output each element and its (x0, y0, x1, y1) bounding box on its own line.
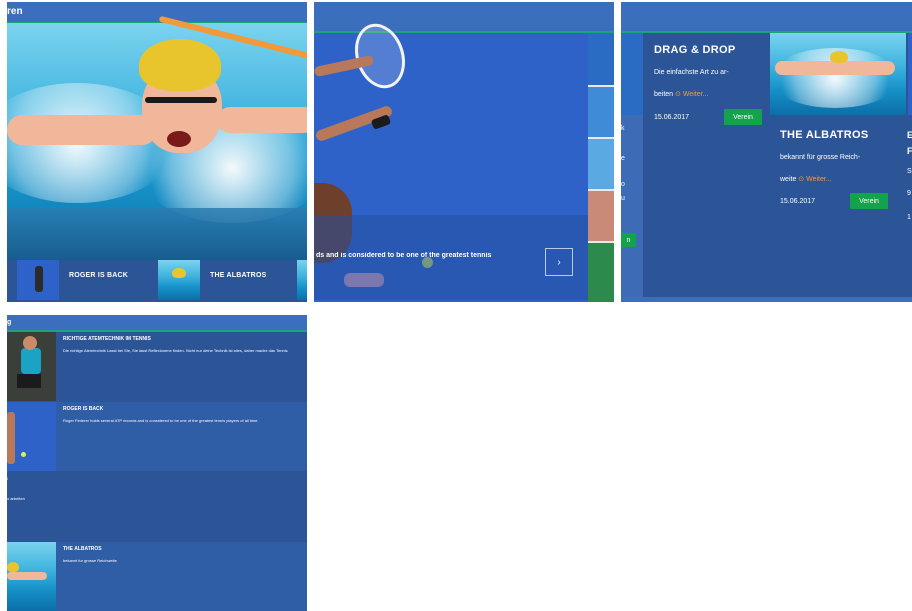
next-card-title-cut: F (907, 146, 912, 156)
thumbnail-swimmer[interactable] (158, 260, 200, 300)
next-card-text-cut: S (907, 168, 912, 175)
edge-letter: e (621, 155, 625, 162)
arrow-circle-icon: ⊙ (675, 91, 681, 98)
card-image-partial (621, 33, 643, 115)
card-text-line: weite (780, 176, 797, 183)
thumbnail-strip: ROGER IS BACK THE ALBATROS (7, 260, 307, 302)
side-thumb[interactable] (588, 139, 614, 189)
list-item[interactable]: THE ALBATROS bekannt fur grosse Reichwei… (7, 542, 307, 611)
goggles (145, 97, 217, 103)
panel-slider-tennis: ds and is considered to be one of the gr… (314, 2, 614, 302)
list-item-text-cut: o arbeiten (7, 496, 25, 501)
player-figure (35, 266, 43, 292)
verein-button[interactable]: Verein (724, 109, 762, 125)
button-label: Verein (733, 113, 753, 121)
card-title: DRAG & DROP (654, 44, 736, 56)
side-thumbnail-column (588, 33, 614, 302)
more-link-label: Weiter... (682, 91, 709, 98)
card-title: THE ALBATROS (780, 129, 869, 141)
list-item-title: THE ALBATROS (63, 546, 102, 552)
verein-button[interactable]: Verein (850, 193, 888, 209)
top-bar: ren (7, 2, 307, 24)
swim-cap (830, 51, 848, 63)
tennis-ball (21, 452, 26, 457)
topbar-label: ren (7, 6, 23, 17)
list-item[interactable]: ROGER IS BACK Roger Federer holds severa… (7, 402, 307, 471)
topbar-label: g (7, 319, 12, 326)
player-arm (7, 412, 15, 464)
list-item-image (7, 332, 56, 401)
card-the-albatros: THE ALBATROS bekannt für grosse Reich- w… (770, 33, 906, 297)
swimmer-arm (217, 107, 307, 133)
card-text-line: bekannt für grosse Reich- (780, 154, 861, 161)
top-bar (314, 2, 614, 33)
chevron-right-icon: › (557, 256, 561, 268)
next-card-title-cut: E (907, 130, 912, 140)
card-image-partial (908, 33, 912, 115)
side-thumb[interactable] (588, 243, 614, 302)
swim-cap (7, 562, 19, 572)
list-item-text: Roger Federer holds several ATP records … (63, 418, 259, 423)
player-shirt (21, 348, 41, 374)
panel-card-carousel: k e o u n DRAG & DROP Die einfachste Art… (621, 2, 912, 302)
more-link-label: Weiter... (806, 176, 832, 183)
swim-cap (139, 39, 221, 91)
next-slide-button[interactable]: › (545, 248, 573, 276)
card-description: Die einfachste Art zu ar- beiten ⊙ Weite… (654, 62, 766, 106)
list-item-title: RICHTIGE ATEMTECHNIK IM TENNIS (63, 336, 151, 342)
list-item-image (7, 402, 56, 471)
top-bar (621, 2, 912, 33)
list-item[interactable]: RICHTIGE ATEMTECHNIK IM TENNIS Die richt… (7, 332, 307, 401)
more-link[interactable]: ⊙ Weiter... (675, 91, 708, 98)
card-text-line: beiten (654, 91, 674, 98)
list-item-title: ROGER IS BACK (63, 406, 104, 412)
card-drag-and-drop: DRAG & DROP Die einfachste Art zu ar- be… (644, 33, 768, 297)
side-thumb[interactable] (588, 87, 614, 137)
edge-letter: o (621, 181, 625, 188)
card-description: bekannt für grosse Reich- weite ⊙ Weiter… (780, 147, 904, 191)
card-date: 15.06.2017 (780, 198, 816, 205)
top-bar: g (7, 315, 307, 332)
edge-letter: u (621, 195, 625, 202)
side-thumb[interactable] (588, 191, 614, 241)
next-card-text-cut: 9 (907, 190, 911, 197)
player-head (23, 336, 37, 350)
slide-caption: ds and is considered to be one of the gr… (316, 252, 492, 259)
arrow-circle-icon: ⊙ (798, 176, 805, 183)
strip-label-1[interactable]: ROGER IS BACK (69, 272, 128, 279)
card-image-swimmer[interactable] (770, 33, 906, 115)
list-item[interactable]: i o arbeiten (7, 472, 307, 541)
button-label: Verein (859, 197, 879, 205)
thumbnail-partial[interactable] (297, 260, 307, 300)
more-link[interactable]: ⊙ Weiter... (798, 176, 831, 183)
list-item-text: bekannt fur grosse Reichweite (63, 558, 117, 563)
thumbnail-tennis[interactable] (17, 260, 59, 300)
list-item-text: Die richtige Atemtechnik Lasst bei Sie, … (63, 348, 288, 353)
panel-news-list: g RICHTIGE ATEMTECHNIK IM TENNIS Die ric… (7, 315, 307, 611)
swimmer-arm (7, 572, 47, 580)
panel-slider-swimmer: ren ROGER IS BACK THE ALBATROS (7, 2, 307, 302)
next-card-text-cut: 1 (907, 214, 911, 221)
bottom-bar (621, 297, 912, 302)
edge-letter: k (621, 125, 625, 132)
edge-button[interactable]: n (621, 233, 636, 247)
swim-cap (172, 268, 186, 278)
list-item-image (7, 542, 56, 611)
player-shorts (17, 374, 41, 388)
strip-label-2[interactable]: THE ALBATROS (210, 272, 266, 279)
mouth (167, 131, 191, 147)
swimmer-arm (7, 115, 157, 145)
hero-image-swimmer[interactable] (7, 15, 307, 260)
side-thumb[interactable] (588, 33, 614, 85)
card-text-line: Die einfachste Art zu ar- (654, 69, 729, 76)
swimmer-arms (775, 61, 895, 75)
card-next-partial (908, 33, 912, 297)
card-date: 15.06.2017 (654, 114, 690, 121)
pool-reflection (7, 208, 307, 260)
edge-button-label: n (626, 236, 631, 244)
previous-card-edge: k e o u n (621, 33, 643, 297)
list-item-text-cut: i (7, 476, 8, 481)
